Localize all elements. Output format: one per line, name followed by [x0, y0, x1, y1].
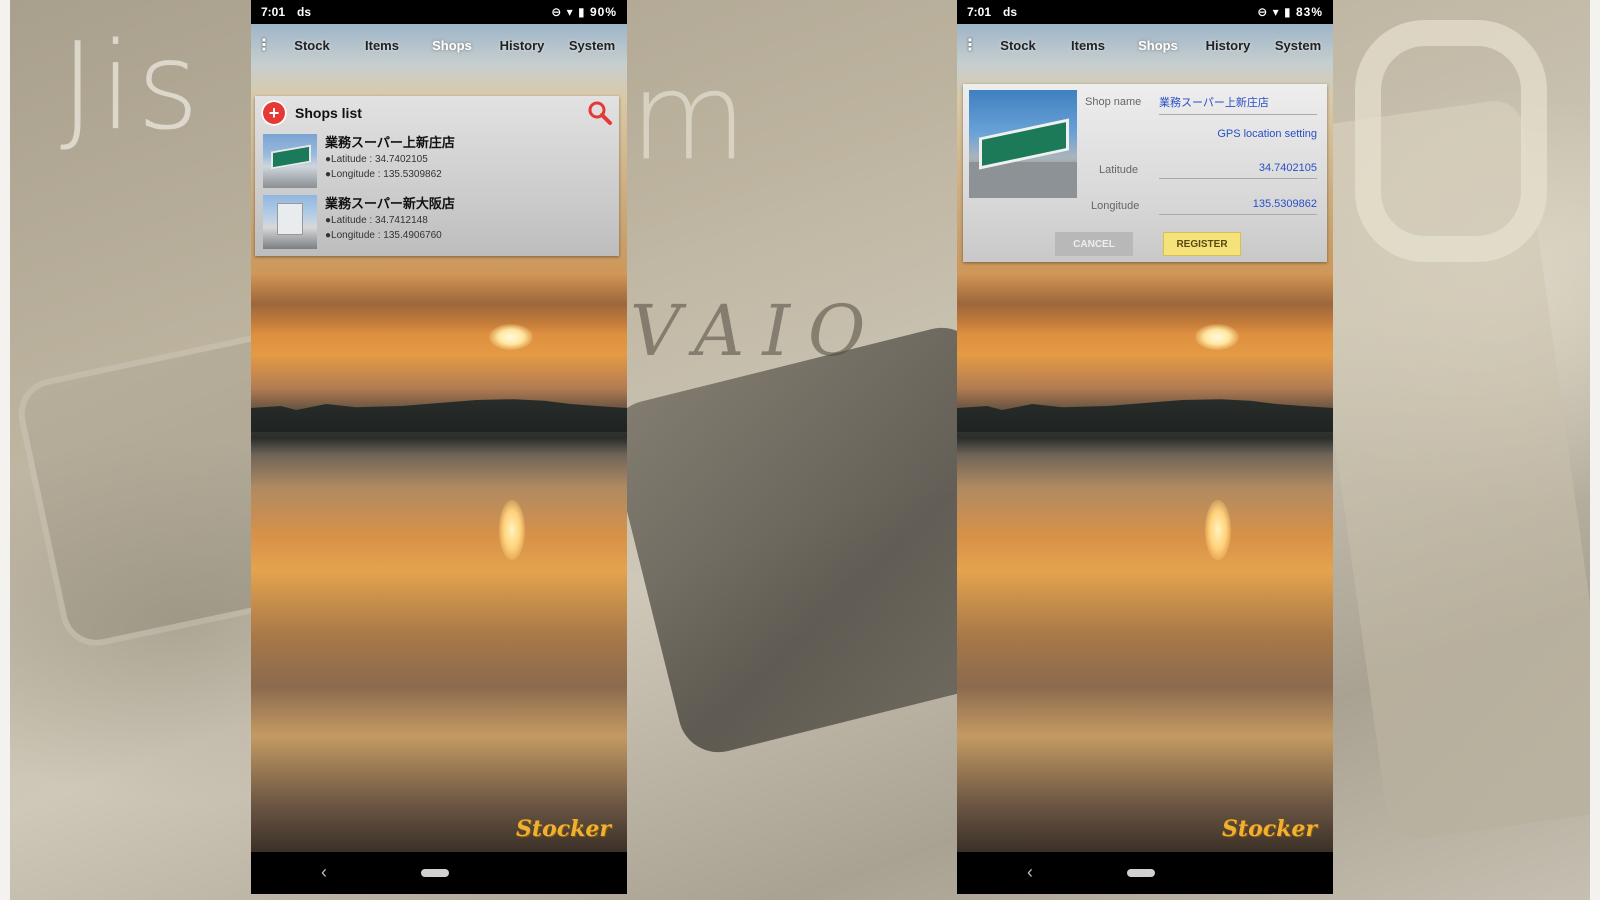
phone-left-shops-list: 7:01 ds ⊖ ▾ ▮ 90% ⋮ Stock Items Shops Hi… [251, 0, 627, 894]
top-menu: ⋮ Stock Items Shops History System [957, 24, 1333, 66]
search-icon[interactable] [587, 100, 613, 126]
shop-name-label: Shop name [1085, 96, 1142, 108]
back-icon[interactable]: ‹ [321, 862, 327, 883]
wallpaper-sun-reflection [1205, 500, 1231, 560]
background-logo: VAIO [630, 290, 884, 372]
status-time: 7:01 [261, 5, 286, 19]
phone-right-shop-detail: 7:01 ds ⊖ ▾ ▮ 83% ⋮ Stock Items Shops Hi… [957, 0, 1333, 894]
status-bar: 7:01 ds ⊖ ▾ ▮ 90% [251, 0, 627, 24]
watermark-text: Jis [60, 18, 204, 157]
add-shop-icon[interactable]: + [261, 100, 287, 126]
carrier-icon: ds [1003, 5, 1018, 19]
shops-list-title: Shops list [295, 105, 362, 121]
carrier-icon: ds [297, 5, 312, 19]
status-bar: 7:01 ds ⊖ ▾ ▮ 83% [957, 0, 1333, 24]
tab-stock[interactable]: Stock [983, 38, 1053, 53]
shop-list-item[interactable]: 業務スーパー上新庄店 ●Latitude : 34.7402105 ●Longi… [263, 132, 619, 190]
latitude-field[interactable]: 34.7402105 [1159, 162, 1317, 179]
wallpaper-clouds [957, 274, 1333, 334]
overflow-menu-icon[interactable]: ⋮ [957, 35, 983, 55]
shop-thumbnail [263, 195, 317, 249]
wallpaper-sun [1195, 324, 1239, 350]
cancel-button[interactable]: CANCEL [1055, 232, 1133, 256]
shop-longitude: ●Longitude : 135.5309862 [325, 169, 442, 180]
top-menu: ⋮ Stock Items Shops History System [251, 24, 627, 66]
longitude-label: Longitude [1091, 200, 1140, 212]
frame-left [0, 0, 10, 900]
shop-latitude: ●Latitude : 34.7412148 [325, 215, 428, 226]
shops-list-header: + Shops list [255, 96, 619, 130]
latitude-label: Latitude [1099, 164, 1139, 176]
overflow-menu-icon[interactable]: ⋮ [251, 35, 277, 55]
status-indicators: ⊖ ▾ ▮ 83% [1257, 5, 1323, 19]
status-indicators: ⊖ ▾ ▮ 90% [551, 5, 617, 19]
shops-list-panel: + Shops list 業務スーパー上新庄店 ●Latitude : 34.7… [255, 96, 619, 256]
app-brand-logo: Stocker [1222, 816, 1317, 842]
wallpaper-sun-reflection [499, 500, 525, 560]
app-brand-logo: Stocker [516, 816, 611, 842]
tab-history[interactable]: History [1193, 38, 1263, 53]
shop-longitude: ●Longitude : 135.4906760 [325, 230, 442, 241]
tab-history[interactable]: History [487, 38, 557, 53]
shop-latitude: ●Latitude : 34.7402105 [325, 154, 428, 165]
app-screen: ⋮ Stock Items Shops History System Shop … [957, 24, 1333, 852]
app-screen: ⋮ Stock Items Shops History System + Sho… [251, 24, 627, 852]
wallpaper-clouds [251, 274, 627, 334]
shop-name: 業務スーパー上新庄店 [325, 135, 455, 150]
home-pill-icon[interactable] [421, 869, 449, 877]
wallpaper-sun [489, 324, 533, 350]
longitude-field[interactable]: 135.5309862 [1159, 198, 1317, 215]
status-time: 7:01 [967, 5, 992, 19]
tab-items[interactable]: Items [1053, 38, 1123, 53]
shop-list-item[interactable]: 業務スーパー新大阪店 ●Latitude : 34.7412148 ●Longi… [263, 193, 619, 251]
shop-name: 業務スーパー新大阪店 [325, 196, 455, 211]
system-nav-bar: ‹ [251, 852, 627, 894]
wallpaper-treeline [251, 399, 627, 432]
wallpaper-treeline [957, 399, 1333, 432]
watermark-text-tail: m [630, 48, 747, 187]
tab-shops[interactable]: Shops [1123, 38, 1193, 53]
register-button[interactable]: REGISTER [1163, 232, 1241, 256]
frame-right [1590, 0, 1600, 900]
shop-detail-panel: Shop name 業務スーパー上新庄店 GPS location settin… [963, 84, 1327, 262]
tab-system[interactable]: System [557, 38, 627, 53]
gps-location-setting-link[interactable]: GPS location setting [1217, 128, 1317, 140]
tab-items[interactable]: Items [347, 38, 417, 53]
home-pill-icon[interactable] [1127, 869, 1155, 877]
shop-photo[interactable] [969, 90, 1077, 198]
shop-thumbnail [263, 134, 317, 188]
back-icon[interactable]: ‹ [1027, 862, 1033, 883]
shop-name-field[interactable]: 業務スーパー上新庄店 [1159, 94, 1317, 115]
tab-shops[interactable]: Shops [417, 38, 487, 53]
tab-system[interactable]: System [1263, 38, 1333, 53]
background-earbud [1355, 20, 1547, 262]
tab-stock[interactable]: Stock [277, 38, 347, 53]
system-nav-bar: ‹ [957, 852, 1333, 894]
